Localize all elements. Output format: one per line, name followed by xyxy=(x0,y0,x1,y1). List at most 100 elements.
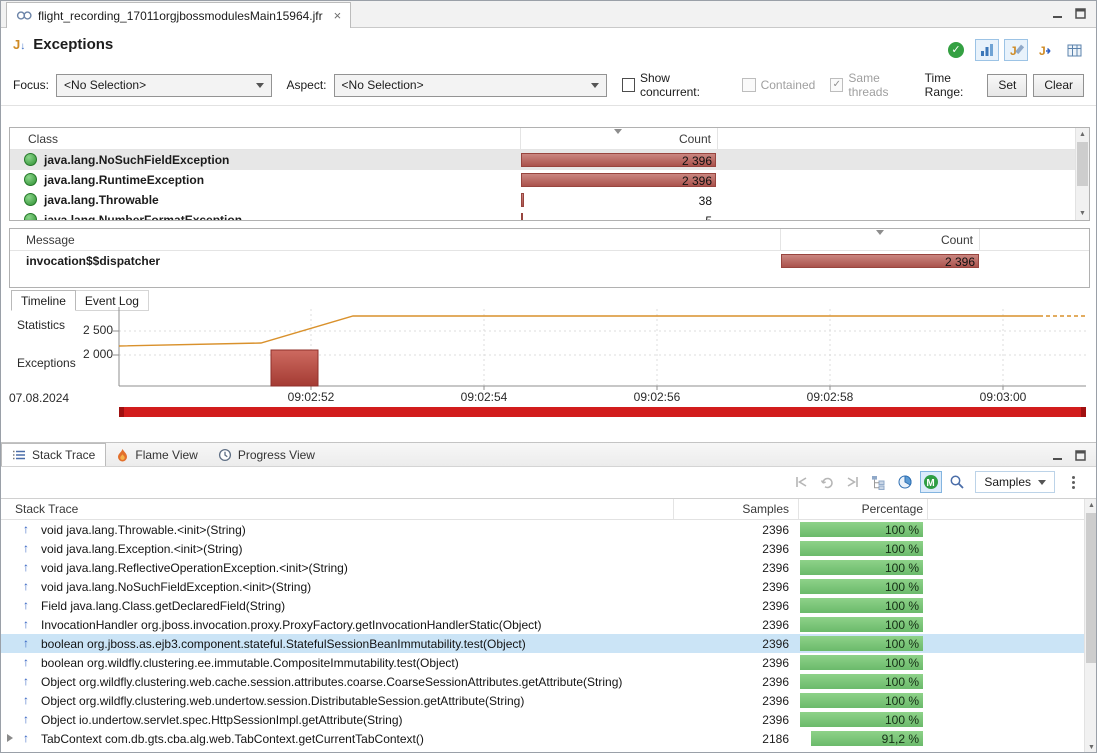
stack-frame-row[interactable]: ↑ void java.lang.Exception.<init>(String… xyxy=(1,539,1097,558)
maximize-icon[interactable] xyxy=(1075,450,1086,461)
tab-timeline[interactable]: Timeline xyxy=(11,290,76,311)
histogram-units-button[interactable] xyxy=(975,39,999,61)
focus-dropdown[interactable]: <No Selection> xyxy=(56,74,271,97)
count-column-header[interactable]: Count xyxy=(941,233,973,247)
previous-frame-group-button[interactable] xyxy=(790,471,812,493)
stack-frame-row[interactable]: ↑ void java.lang.ReflectiveOperationExce… xyxy=(1,558,1097,577)
close-icon[interactable]: × xyxy=(334,8,342,23)
class-table-row[interactable]: java.lang.Throwable 38 xyxy=(10,190,1089,210)
stack-frame-row[interactable]: ↑ Object io.undertow.servlet.spec.HttpSe… xyxy=(1,710,1097,729)
samples-dropdown[interactable]: Samples xyxy=(975,471,1055,493)
find-frame-button[interactable] xyxy=(946,471,968,493)
flame-icon xyxy=(116,448,129,462)
class-table-row[interactable]: java.lang.NumberFormatException 5 xyxy=(10,210,1089,221)
sort-descending-icon xyxy=(876,230,884,239)
column-divider[interactable] xyxy=(927,499,928,519)
expand-chevron-icon[interactable] xyxy=(7,734,17,742)
count-bar xyxy=(521,213,523,221)
column-divider[interactable] xyxy=(717,128,718,149)
minimize-icon[interactable] xyxy=(1052,8,1063,19)
result-ok-icon: ✓ xyxy=(948,42,964,58)
message-table-row[interactable]: invocation$$dispatcher 2 396 xyxy=(10,251,1089,271)
arrow-back-icon xyxy=(793,474,809,490)
scrollbar[interactable]: ▲ ▼ xyxy=(1075,128,1089,220)
stack-frame-row[interactable]: ↑ InvocationHandler org.jboss.invocation… xyxy=(1,615,1097,634)
table-view-button[interactable] xyxy=(1062,39,1086,61)
show-concurrent-checkbox[interactable] xyxy=(622,78,635,92)
tab-stack-trace[interactable]: Stack Trace xyxy=(1,443,106,466)
column-divider[interactable] xyxy=(520,128,521,149)
export-button[interactable]: J xyxy=(1033,39,1057,61)
count-column-header[interactable]: Count xyxy=(679,132,711,146)
set-button[interactable]: Set xyxy=(987,74,1027,97)
edit-rules-button[interactable]: J xyxy=(1004,39,1028,61)
focus-value: <No Selection> xyxy=(64,78,146,92)
stack-table-header[interactable]: Stack Trace Samples Percentage xyxy=(1,499,1097,520)
time-range-selector[interactable] xyxy=(119,407,1086,417)
minimize-icon[interactable] xyxy=(1052,450,1063,461)
scroll-down-icon[interactable]: ▼ xyxy=(1076,207,1089,220)
samples-value: 2396 xyxy=(681,637,789,651)
next-frame-group-button[interactable] xyxy=(842,471,864,493)
scrollbar-thumb[interactable] xyxy=(1077,142,1088,186)
stack-frame-row-selected[interactable]: ↑ boolean org.jboss.as.ejb3.component.st… xyxy=(1,634,1097,653)
percentage-cell: 100 % xyxy=(800,636,923,651)
stack-frame-row[interactable]: ↑ void java.lang.Throwable.<init>(String… xyxy=(1,520,1097,539)
tree-view-button[interactable] xyxy=(868,471,890,493)
frame-up-icon: ↑ xyxy=(23,655,29,669)
class-column-header[interactable]: Class xyxy=(28,132,58,146)
range-handle-right[interactable] xyxy=(1081,407,1086,417)
count-bar-cell: 5 xyxy=(521,213,716,221)
x-axis-tick: 09:02:58 xyxy=(800,390,860,404)
percentage-value: 100 % xyxy=(885,561,919,575)
maximize-icon[interactable] xyxy=(1075,8,1086,19)
frame-up-icon: ↑ xyxy=(23,712,29,726)
stack-frame-row[interactable]: ↑ boolean org.wildfly.clustering.ee.immu… xyxy=(1,653,1097,672)
stack-column-header[interactable]: Stack Trace xyxy=(15,502,78,516)
scroll-down-icon[interactable]: ▼ xyxy=(1085,741,1097,753)
percentage-cell: 100 % xyxy=(800,598,923,613)
svg-text:J: J xyxy=(1010,44,1017,57)
scrollbar[interactable]: ▲ ▼ xyxy=(1084,499,1097,753)
message-table-header[interactable]: Message Count xyxy=(10,229,1089,251)
class-table-row[interactable]: java.lang.RuntimeException 2 396 xyxy=(10,170,1089,190)
scroll-up-icon[interactable]: ▲ xyxy=(1076,128,1089,141)
frame-up-icon: ↑ xyxy=(23,560,29,574)
percentage-column-header[interactable]: Percentage xyxy=(798,502,923,516)
view-menu-button[interactable] xyxy=(1062,471,1084,493)
count-value: 2 396 xyxy=(682,174,712,188)
stack-frame-row-expandable[interactable]: ↑ TabContext com.db.gts.cba.alg.web.TabC… xyxy=(1,729,1097,748)
frame-up-icon: ↑ xyxy=(23,579,29,593)
timeline-chart[interactable] xyxy=(1,301,1097,407)
class-table-row[interactable]: java.lang.NoSuchFieldException 2 396 xyxy=(10,150,1089,170)
samples-column-header[interactable]: Samples xyxy=(681,502,789,516)
scroll-up-icon[interactable]: ▲ xyxy=(1085,499,1097,512)
method-profiling-button[interactable]: M xyxy=(920,471,942,493)
editor-tab-jfr[interactable]: flight_recording_17011orgjbossmodulesMai… xyxy=(6,2,351,28)
stack-frame-row[interactable]: ↑ Field java.lang.Class.getDeclaredField… xyxy=(1,596,1097,615)
column-divider[interactable] xyxy=(673,499,674,519)
percentage-value: 91,2 % xyxy=(882,732,919,746)
count-bar-cell: 38 xyxy=(521,193,716,207)
stack-frame-row[interactable]: ↑ Object org.wildfly.clustering.web.unde… xyxy=(1,691,1097,710)
message-column-header[interactable]: Message xyxy=(26,233,75,247)
count-value: 2 396 xyxy=(945,255,975,269)
sort-descending-icon xyxy=(614,129,622,138)
scrollbar-thumb[interactable] xyxy=(1086,513,1097,663)
java-arrow-icon: J xyxy=(1038,43,1053,57)
tab-flame-view[interactable]: Flame View xyxy=(106,443,207,466)
clear-button[interactable]: Clear xyxy=(1033,74,1084,97)
count-value: 38 xyxy=(699,194,712,208)
aspect-dropdown[interactable]: <No Selection> xyxy=(334,74,607,97)
column-divider[interactable] xyxy=(780,229,781,250)
tab-progress-view[interactable]: Progress View xyxy=(208,443,325,466)
reset-frame-group-button[interactable] xyxy=(816,471,838,493)
class-table-header[interactable]: Class Count xyxy=(10,128,1089,150)
column-divider[interactable] xyxy=(979,229,980,250)
same-threads-checkbox: ✓ xyxy=(830,78,843,92)
class-icon xyxy=(24,153,37,166)
stack-frame-row[interactable]: ↑ Object org.wildfly.clustering.web.cach… xyxy=(1,672,1097,691)
group-by-pie-button[interactable] xyxy=(894,471,916,493)
range-handle-left[interactable] xyxy=(119,407,124,417)
stack-frame-row[interactable]: ↑ void java.lang.NoSuchFieldException.<i… xyxy=(1,577,1097,596)
